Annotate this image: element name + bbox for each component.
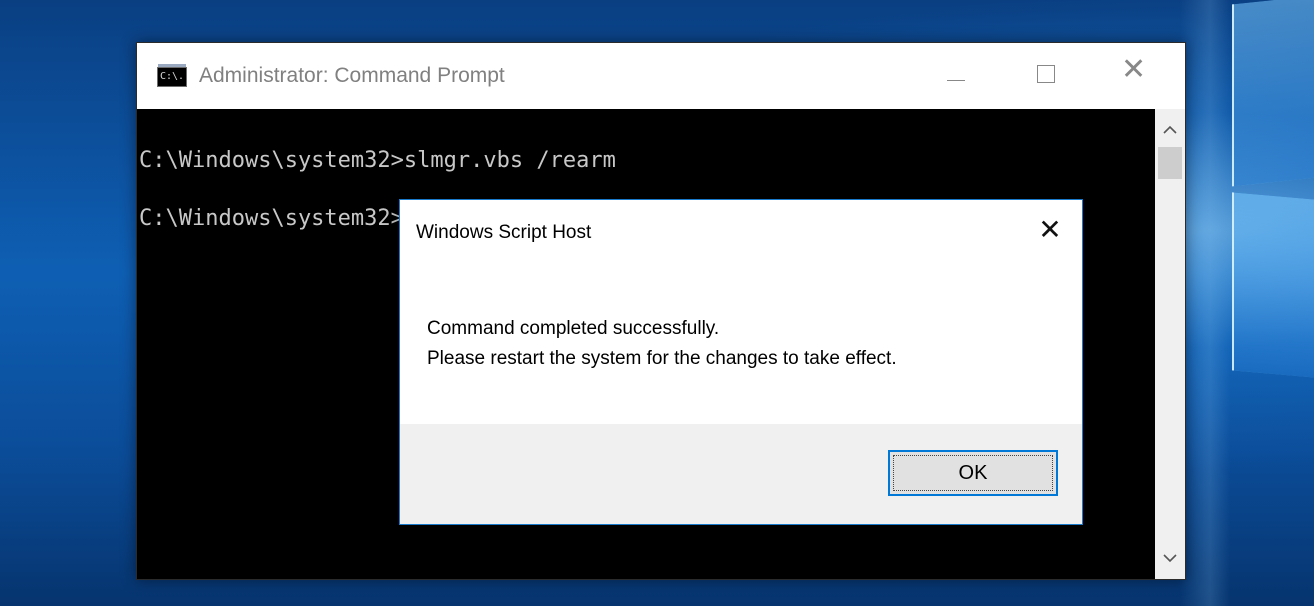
console-line: C:\Windows\system32>slmgr.vbs /rearm	[139, 148, 616, 173]
dialog-message-line: Please restart the system for the change…	[427, 348, 897, 369]
window-title: Administrator: Command Prompt	[199, 64, 505, 87]
console-line: C:\Windows\system32>	[139, 206, 404, 231]
ok-button[interactable]: OK	[888, 450, 1058, 496]
wallpaper-logo-pane-bottom	[1232, 192, 1314, 378]
windows-script-host-dialog[interactable]: Windows Script Host ✕ Command completed …	[399, 199, 1083, 525]
wallpaper-logo-pane-top	[1232, 0, 1314, 187]
window-titlebar[interactable]: C:\. Administrator: Command Prompt ✕	[137, 43, 1185, 109]
dialog-button-bar: OK	[400, 424, 1082, 524]
maximize-button[interactable]	[1017, 43, 1079, 109]
dialog-close-icon[interactable]: ✕	[1030, 210, 1070, 250]
scroll-up-arrow-icon[interactable]	[1155, 115, 1185, 145]
dialog-message-line: Command completed successfully.	[427, 318, 720, 339]
dialog-title: Windows Script Host	[416, 222, 592, 243]
scroll-down-arrow-icon[interactable]	[1155, 543, 1185, 573]
close-icon: ✕	[1121, 52, 1147, 87]
close-window-button[interactable]: ✕	[1103, 43, 1165, 109]
wallpaper-glow	[1180, 0, 1230, 606]
command-prompt-icon: C:\.	[157, 64, 187, 87]
minimize-button[interactable]	[929, 43, 991, 109]
scrollbar-thumb[interactable]	[1158, 147, 1182, 179]
maximize-icon	[1037, 65, 1055, 83]
vertical-scrollbar[interactable]	[1155, 109, 1185, 579]
minimize-icon	[947, 80, 965, 81]
